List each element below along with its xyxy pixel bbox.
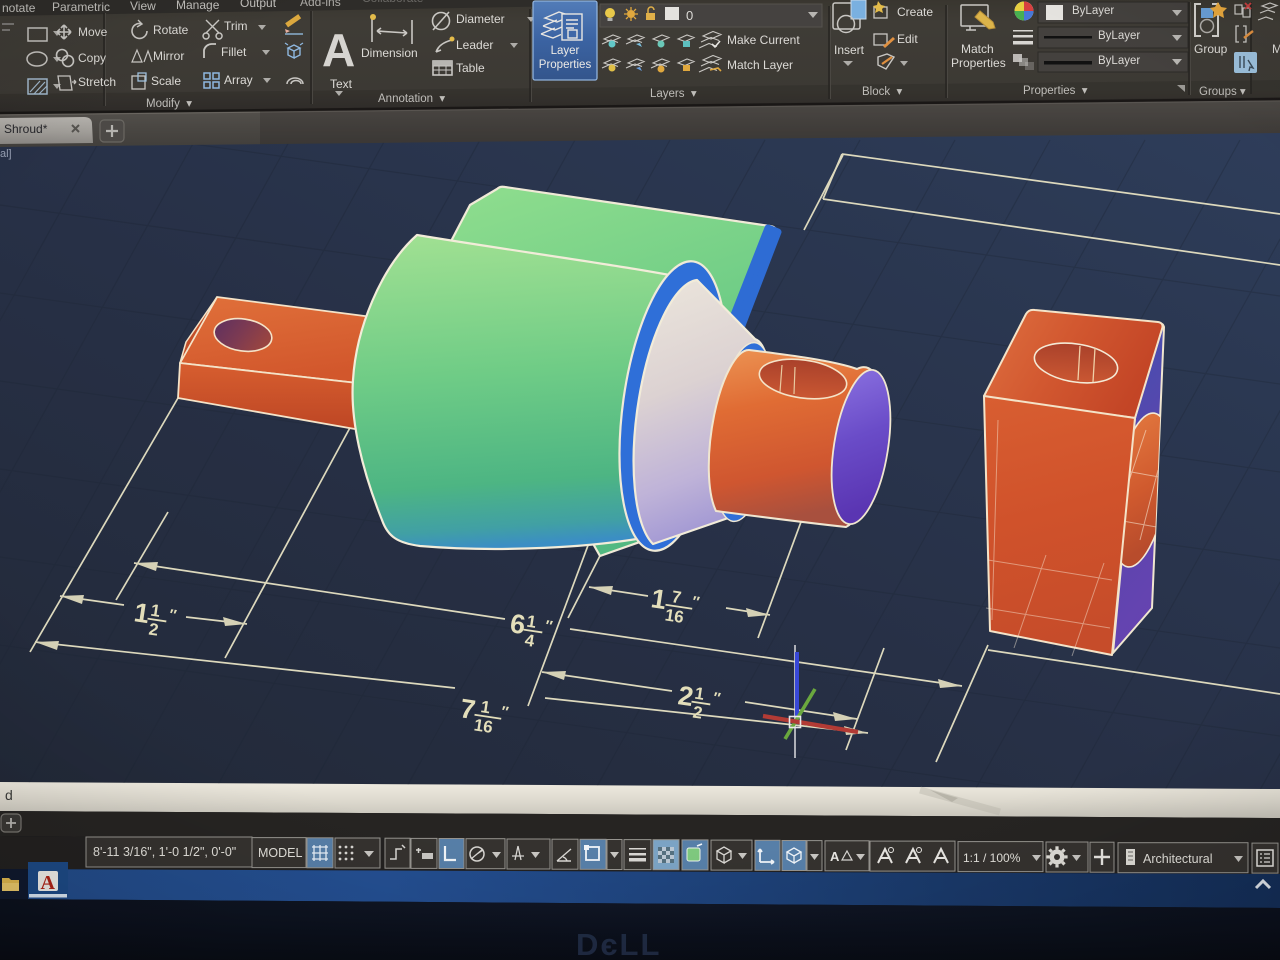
svg-text:A: A: [41, 872, 56, 894]
svg-text:A: A: [830, 849, 840, 864]
svg-text:16: 16: [473, 715, 495, 737]
svg-text:A: A: [322, 24, 355, 76]
svg-text:16: 16: [664, 605, 686, 627]
svg-text:DєLL: DєLL: [576, 927, 661, 960]
